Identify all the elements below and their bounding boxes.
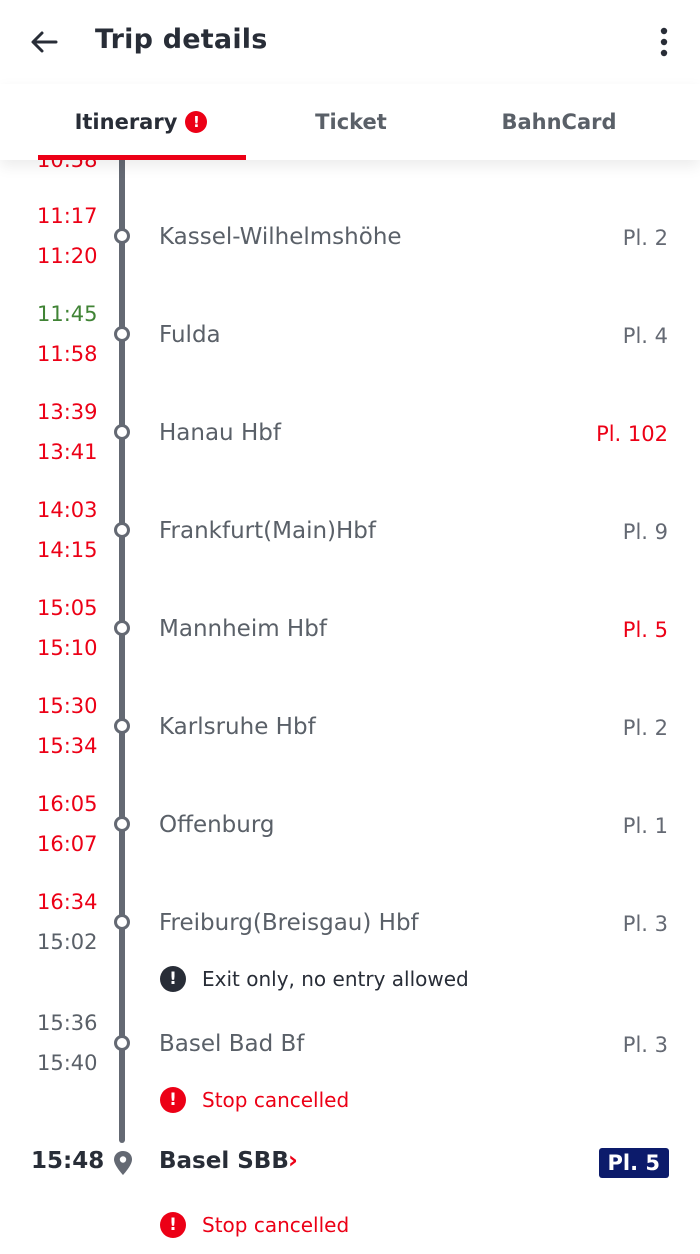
station-name: Offenburg: [159, 812, 275, 838]
platform: Pl. 1: [622, 814, 668, 838]
station-name: Fulda: [159, 322, 221, 348]
active-tab-indicator: [38, 155, 246, 160]
stop-note: ! Stop cancelled: [160, 1085, 349, 1115]
stop-node-icon: [114, 914, 130, 930]
stop-note-text: Exit only, no entry allowed: [202, 967, 469, 991]
station-name: Freiburg(Breisgau) Hbf: [159, 910, 419, 936]
arrival-time: 16:05: [37, 792, 98, 816]
platform: Pl. 2: [622, 716, 668, 740]
info-exclamation-icon: !: [160, 966, 186, 992]
arrival-time: 15:36: [37, 1011, 98, 1035]
station-name: Frankfurt(Main)Hbf: [159, 518, 376, 544]
arrival-time: 16:34: [37, 890, 98, 914]
station-name: Hanau Hbf: [159, 420, 281, 446]
tab-ticket-label: Ticket: [315, 110, 387, 134]
departure-time: 11:20: [37, 244, 98, 268]
stop-node-icon: [114, 424, 130, 440]
stop-node-icon: [114, 1035, 130, 1051]
platform: Pl. 4: [622, 324, 668, 348]
tab-bahncard[interactable]: BahnCard: [442, 84, 676, 160]
list-item[interactable]: 16:05 16:07 Offenburg Pl. 1: [0, 792, 700, 890]
stop-node-icon: [114, 816, 130, 832]
stop-note-text: Stop cancelled: [202, 1213, 350, 1237]
departure-time: 15:34: [37, 734, 98, 758]
departure-time: 11:58: [37, 342, 98, 366]
list-item[interactable]: 14:03 14:15 Frankfurt(Main)Hbf Pl. 9: [0, 498, 700, 596]
departure-time: 15:02: [37, 930, 98, 954]
back-button[interactable]: [22, 22, 66, 62]
arrival-time: 11:45: [37, 302, 98, 326]
tab-ticket[interactable]: Ticket: [234, 84, 468, 160]
arrival-time: 14:03: [37, 498, 98, 522]
stop-node-icon: [114, 620, 130, 636]
stop-note: ! Exit only, no entry allowed: [160, 964, 469, 994]
warning-icon: !: [160, 1087, 186, 1113]
list-item[interactable]: 13:39 13:41 Hanau Hbf Pl. 102: [0, 400, 700, 498]
more-options-button[interactable]: [646, 20, 682, 64]
station-name: Kassel-Wilhelmshöhe: [159, 224, 402, 250]
departure-time: 15:40: [37, 1051, 98, 1075]
departure-time: 14:15: [37, 538, 98, 562]
arrival-time: 15:05: [37, 596, 98, 620]
destination-station[interactable]: Basel SBB: [159, 1148, 289, 1174]
destination-platform-badge: Pl. 5: [598, 1148, 669, 1178]
platform-changed: Pl. 5: [622, 618, 668, 642]
stop-note-text: Stop cancelled: [202, 1088, 350, 1112]
platform: Pl. 3: [622, 912, 668, 936]
station-name: Basel Bad Bf: [159, 1031, 305, 1057]
station-name: Mannheim Hbf: [159, 616, 327, 642]
station-name: Karlsruhe Hbf: [159, 714, 316, 740]
chevron-right-icon[interactable]: ›: [288, 1146, 298, 1174]
more-vertical-icon: [660, 27, 668, 57]
alert-icon: !: [185, 111, 208, 133]
warning-icon: !: [160, 1212, 186, 1238]
tab-bar: Itinerary ! Ticket BahnCard: [0, 84, 700, 160]
platform: Pl. 3: [622, 1033, 668, 1057]
departure-time: 15:10: [37, 636, 98, 660]
tab-bahncard-label: BahnCard: [501, 110, 617, 134]
platform: Pl. 9: [622, 520, 668, 544]
page-title: Trip details: [95, 24, 268, 55]
platform: Pl. 2: [622, 226, 668, 250]
list-item[interactable]: 11:45 11:58 Fulda Pl. 4: [0, 302, 700, 400]
list-item[interactable]: 11:17 11:20 Kassel-Wilhelmshöhe Pl. 2: [0, 204, 700, 302]
stop-node-icon: [114, 326, 130, 342]
tab-itinerary-label: Itinerary: [74, 110, 178, 134]
tab-itinerary[interactable]: Itinerary !: [24, 84, 258, 160]
departure-time: 13:41: [37, 440, 98, 464]
arrival-time: 11:17: [37, 204, 98, 228]
destination-time: 15:48: [31, 1148, 105, 1174]
arrival-time: 15:30: [37, 694, 98, 718]
list-item[interactable]: 15:36 15:40 Basel Bad Bf Pl. 3: [0, 1011, 700, 1109]
departure-time: 16:07: [37, 832, 98, 856]
stop-node-icon: [114, 522, 130, 538]
location-pin-icon: [114, 1151, 132, 1175]
arrow-left-icon: [31, 31, 58, 53]
destination-row[interactable]: 15:48 Basel SBB › Pl. 5: [0, 1142, 700, 1186]
arrival-time: 13:39: [37, 400, 98, 424]
stop-node-icon: [114, 228, 130, 244]
list-item[interactable]: 15:30 15:34 Karlsruhe Hbf Pl. 2: [0, 694, 700, 792]
list-item[interactable]: 15:05 15:10 Mannheim Hbf Pl. 5: [0, 596, 700, 694]
app-bar: Trip details: [0, 0, 700, 84]
stop-node-icon: [114, 718, 130, 734]
itinerary-list[interactable]: 10:58 11:17 11:20 Kassel-Wilhelmshöhe Pl…: [0, 160, 700, 1254]
partial-departure-time: 10:58: [37, 160, 98, 172]
platform-changed: Pl. 102: [596, 422, 668, 446]
stop-note: ! Stop cancelled: [160, 1210, 349, 1240]
